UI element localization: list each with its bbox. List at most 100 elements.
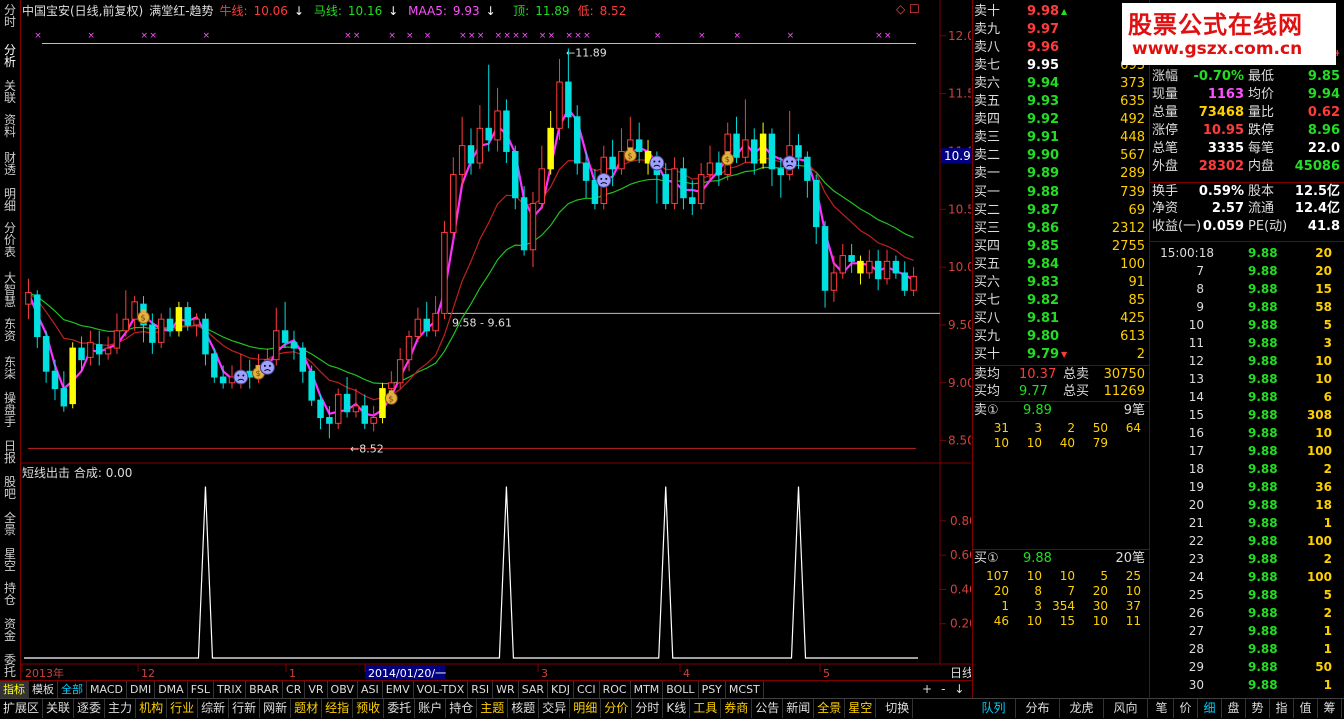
sell-level-6: 卖六 9.94 373: [973, 75, 1149, 93]
left-tab-15[interactable]: 持仓: [1, 582, 19, 606]
left-tab-14[interactable]: 星空: [1, 548, 19, 572]
stats-value: 1163: [1207, 87, 1244, 102]
indicator-tab-WR[interactable]: WR: [493, 681, 519, 698]
indicator-tab-DMA[interactable]: DMA: [155, 681, 188, 698]
left-tab-9[interactable]: 东柒: [1, 356, 19, 380]
period-label[interactable]: 日线: [950, 666, 971, 680]
function-tab-扩展区[interactable]: 扩展区: [0, 699, 44, 718]
left-tab-10[interactable]: 操盘手: [1, 392, 19, 428]
sell-label: 卖二: [974, 148, 1001, 163]
indicator-tab-BOLL[interactable]: BOLL: [663, 681, 699, 698]
panel-tab-风向[interactable]: 风向: [1104, 699, 1148, 718]
panel-tab-分布[interactable]: 分布: [1016, 699, 1060, 718]
left-tab-7[interactable]: 大智慧: [1, 272, 19, 308]
left-tab-1[interactable]: 分析: [1, 44, 19, 68]
left-tab-12[interactable]: 股吧: [1, 476, 19, 500]
panel-tab-队列[interactable]: 队列: [972, 699, 1016, 718]
detail-tab-盘[interactable]: 盘: [1222, 699, 1246, 718]
left-tab-8[interactable]: 东资: [1, 318, 19, 342]
indicator-tab-ASI[interactable]: ASI: [358, 681, 383, 698]
chart-area[interactable]: 8.509.009.5010.0010.5011.0011.5012.0010.…: [20, 0, 971, 680]
function-tab-委托[interactable]: 委托: [384, 699, 416, 718]
detail-tab-筹[interactable]: 筹: [1318, 699, 1342, 718]
left-tab-11[interactable]: 日报: [1, 440, 19, 464]
indicator-tab-MACD[interactable]: MACD: [87, 681, 127, 698]
function-tab-工具[interactable]: 工具: [690, 699, 722, 718]
function-tab-新闻[interactable]: 新闻: [783, 699, 815, 718]
function-tab-分价[interactable]: 分价: [601, 699, 633, 718]
left-tab-16[interactable]: 资金: [1, 618, 19, 642]
function-tab-经指[interactable]: 经指: [322, 699, 354, 718]
function-tab-星空[interactable]: 星空: [845, 699, 877, 718]
tick-price: 9.88: [1248, 372, 1278, 386]
subchart-title: 短线出击: [22, 466, 71, 480]
indicator-tab-KDJ[interactable]: KDJ: [548, 681, 574, 698]
candle: [396, 348, 404, 389]
left-tab-3[interactable]: 资料: [1, 114, 19, 138]
indicator-tab-TRIX[interactable]: TRIX: [214, 681, 247, 698]
indicator-tab-VR[interactable]: VR: [305, 681, 328, 698]
function-tab-分时[interactable]: 分时: [632, 699, 664, 718]
window-controls[interactable]: ◇ ☐: [896, 2, 920, 16]
left-tab-13[interactable]: 全景: [1, 512, 19, 536]
nav-button-1[interactable]: -: [941, 682, 945, 696]
left-tab-6[interactable]: 分价表: [1, 222, 19, 258]
detail-tab-笔[interactable]: 笔: [1150, 699, 1174, 718]
indicator-tab-ROC[interactable]: ROC: [600, 681, 631, 698]
function-tab-机构[interactable]: 机构: [136, 699, 168, 718]
nav-button-2[interactable]: ↓: [954, 682, 964, 696]
indicator-tab-全部[interactable]: 全部: [58, 681, 87, 698]
indicator-tab-SAR[interactable]: SAR: [519, 681, 549, 698]
function-tab-持仓[interactable]: 持仓: [446, 699, 478, 718]
left-tab-0[interactable]: 分时: [1, 4, 19, 28]
function-tab-全景[interactable]: 全景: [814, 699, 846, 718]
buy1-queue-header: 买① 9.88 20笔: [973, 549, 1149, 568]
indicator-tab-VOL-TDX[interactable]: VOL-TDX: [414, 681, 469, 698]
indicator-tab-MTM[interactable]: MTM: [631, 681, 664, 698]
indicator-tab-指标[interactable]: 指标: [0, 681, 29, 698]
indicator-tab-MCST[interactable]: MCST: [726, 681, 764, 698]
tick-price: 9.88: [1248, 516, 1278, 530]
indicator-tab-BRAR[interactable]: BRAR: [246, 681, 284, 698]
function-tab-主题[interactable]: 主题: [477, 699, 509, 718]
indicator-tab-CR[interactable]: CR: [283, 681, 306, 698]
function-tab-关联[interactable]: 关联: [43, 699, 75, 718]
indicator-tab-RSI[interactable]: RSI: [468, 681, 494, 698]
function-tab-行新[interactable]: 行新: [229, 699, 261, 718]
left-tab-2[interactable]: 关联: [1, 80, 19, 104]
function-tab-题材[interactable]: 题材: [291, 699, 323, 718]
function-tab-逐委[interactable]: 逐委: [74, 699, 106, 718]
indicator-tab-PSY[interactable]: PSY: [699, 681, 726, 698]
indicator-tab-DMI[interactable]: DMI: [127, 681, 156, 698]
function-tab-综新[interactable]: 综新: [198, 699, 230, 718]
function-tab-K线[interactable]: K线: [663, 699, 691, 718]
function-tab-预收[interactable]: 预收: [353, 699, 385, 718]
indicator-tab-CCI[interactable]: CCI: [574, 681, 600, 698]
nav-buttons[interactable]: + - ↓: [922, 682, 973, 696]
function-tab-公告[interactable]: 公告: [752, 699, 784, 718]
nav-button-0[interactable]: +: [922, 682, 932, 696]
function-tab-行业[interactable]: 行业: [167, 699, 199, 718]
left-tab-5[interactable]: 明细: [1, 188, 19, 212]
indicator-tab-FSL[interactable]: FSL: [188, 681, 214, 698]
indicator-tab-OBV[interactable]: OBV: [328, 681, 358, 698]
detail-tab-细[interactable]: 细: [1198, 699, 1222, 718]
function-tab-账户[interactable]: 账户: [415, 699, 447, 718]
close-icon[interactable]: ☐: [909, 2, 920, 16]
left-tab-4[interactable]: 财透: [1, 152, 19, 176]
function-tab-切换[interactable]: 切换: [882, 699, 914, 718]
panel-tab-龙虎[interactable]: 龙虎: [1060, 699, 1104, 718]
left-tab-17[interactable]: 委托: [1, 654, 19, 678]
function-tab-核题[interactable]: 核题: [508, 699, 540, 718]
indicator-tab-EMV[interactable]: EMV: [383, 681, 414, 698]
function-tab-明细[interactable]: 明细: [570, 699, 602, 718]
function-tab-网新[interactable]: 网新: [260, 699, 292, 718]
detail-tab-指[interactable]: 指: [1270, 699, 1294, 718]
detail-tab-势[interactable]: 势: [1246, 699, 1270, 718]
indicator-tab-模板[interactable]: 模板: [29, 681, 58, 698]
function-tab-券商[interactable]: 券商: [721, 699, 753, 718]
function-tab-主力[interactable]: 主力: [105, 699, 137, 718]
detail-tab-价[interactable]: 价: [1174, 699, 1198, 718]
function-tab-交异[interactable]: 交异: [539, 699, 571, 718]
detail-tab-值[interactable]: 值: [1294, 699, 1318, 718]
